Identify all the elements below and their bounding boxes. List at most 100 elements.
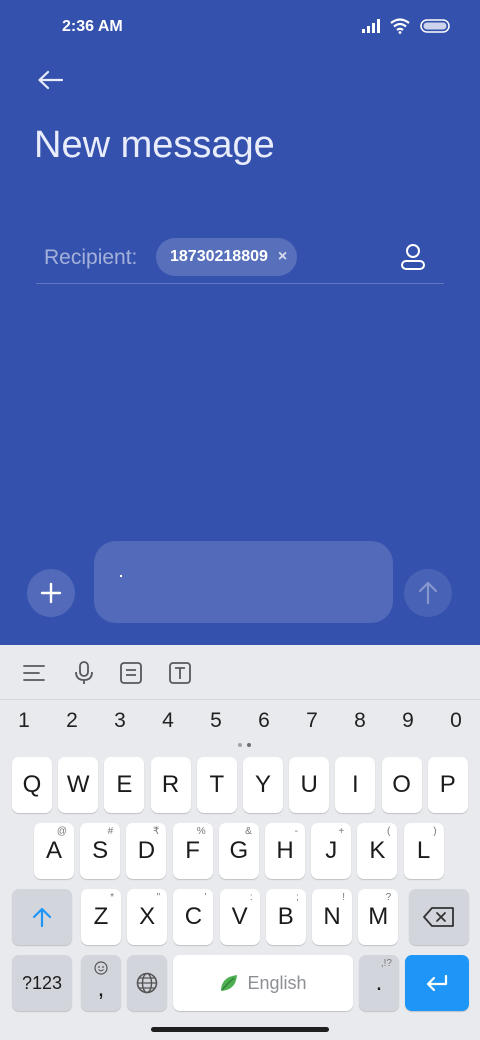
key-label: T	[209, 771, 225, 798]
key-label: P	[439, 771, 456, 798]
number-key[interactable]: 4	[152, 709, 184, 733]
send-button[interactable]	[404, 569, 452, 617]
key-hint: "	[156, 892, 161, 903]
key-h[interactable]: -H	[265, 823, 305, 879]
key-w[interactable]: W	[58, 757, 99, 813]
key-label: B	[277, 903, 294, 930]
key-u[interactable]: U	[289, 757, 330, 813]
number-key[interactable]: 7	[296, 709, 328, 733]
key-v[interactable]: :V	[219, 889, 260, 945]
number-key[interactable]: 0	[440, 709, 472, 733]
key-hint: #	[107, 826, 114, 837]
key-label: G	[229, 837, 249, 864]
home-indicator[interactable]	[151, 1027, 329, 1032]
number-key[interactable]: 5	[200, 709, 232, 733]
back-arrow-icon	[38, 70, 63, 90]
key-t[interactable]: T	[196, 757, 237, 813]
key-k[interactable]: (K	[357, 823, 398, 879]
number-key[interactable]: 2	[56, 709, 88, 733]
back-button[interactable]	[30, 62, 70, 98]
key-hint: +	[338, 826, 345, 837]
key-hint: '	[204, 892, 207, 903]
key-label: M	[368, 903, 389, 930]
remove-recipient-icon[interactable]: ×	[278, 248, 287, 266]
person-icon	[401, 244, 425, 270]
messaging-app: 2:36 AM New message Recipient: 187302188…	[0, 0, 480, 645]
recipient-field[interactable]: Recipient: 18730218809 ×	[36, 234, 444, 284]
arrow-up-icon	[418, 581, 438, 605]
key-m[interactable]: ? M	[358, 889, 399, 945]
key-p[interactable]: P	[427, 757, 468, 813]
key-label: A	[45, 837, 62, 864]
key-c[interactable]: ' C	[173, 889, 214, 945]
text-format-icon[interactable]	[166, 659, 194, 687]
key-label: L	[416, 837, 431, 864]
key-label: J	[325, 837, 338, 864]
symbols-key[interactable]: ?123	[12, 955, 72, 1011]
key-hint: ?	[385, 892, 392, 903]
key-hint: !	[342, 892, 345, 903]
key-g[interactable]: & G	[218, 823, 259, 879]
key-o[interactable]: O	[381, 757, 422, 813]
key-d[interactable]: ₹ D	[126, 823, 167, 879]
key-i[interactable]: I	[335, 757, 376, 813]
key-y[interactable]: Y	[243, 757, 283, 813]
key-label: Z	[93, 903, 109, 930]
microphone-icon[interactable]	[70, 659, 98, 687]
emoji-comma-key[interactable]: ,	[81, 955, 121, 1011]
recipient-chip[interactable]: 18730218809 ×	[156, 238, 298, 276]
key-label: R	[161, 771, 180, 798]
key-label: U	[300, 771, 318, 798]
enter-icon	[426, 974, 448, 992]
number-key[interactable]: 1	[8, 709, 40, 733]
status-icons	[362, 18, 450, 34]
keyboard-toolbar	[0, 645, 480, 700]
key-a[interactable]: @ A	[34, 823, 74, 879]
enter-key[interactable]	[405, 955, 469, 1011]
page-indicator	[238, 743, 251, 747]
contacts-button[interactable]	[396, 240, 430, 274]
space-key[interactable]: English	[173, 955, 353, 1011]
key-e[interactable]: E	[104, 757, 145, 813]
key-x[interactable]: " X	[127, 889, 168, 945]
key-j[interactable]: + J	[311, 823, 352, 879]
backspace-key[interactable]	[409, 889, 469, 945]
key-label: F	[185, 837, 200, 864]
key-label: N	[323, 903, 341, 930]
language-key[interactable]	[127, 955, 167, 1011]
key-f[interactable]: % F	[172, 823, 213, 879]
key-z[interactable]: * Z	[81, 889, 121, 945]
period-key[interactable]: ,!? .	[359, 955, 399, 1011]
shift-key[interactable]	[12, 889, 72, 945]
number-key[interactable]: 9	[392, 709, 424, 733]
battery-icon	[420, 19, 450, 33]
recipient-chip-label: 18730218809	[170, 248, 268, 265]
wifi-icon	[390, 18, 410, 34]
number-key[interactable]: 8	[344, 709, 376, 733]
key-hint: ₹	[153, 826, 160, 837]
key-n[interactable]: ! N	[312, 889, 352, 945]
leaf-icon	[221, 975, 238, 991]
key-q[interactable]: Q	[12, 757, 52, 813]
number-row: 1234567890	[0, 709, 480, 745]
compose-bar	[0, 540, 480, 630]
clipboard-icon[interactable]	[117, 659, 145, 687]
key-r[interactable]: R	[150, 757, 191, 813]
status-time: 2:36 AM	[62, 18, 123, 35]
menu-icon[interactable]	[20, 659, 48, 687]
backspace-icon	[423, 907, 454, 927]
key-l[interactable]: ) L	[403, 823, 444, 879]
attach-button[interactable]	[27, 569, 75, 617]
key-s[interactable]: # S	[80, 823, 121, 879]
key-b[interactable]: ; B	[265, 889, 306, 945]
key-label: H	[276, 837, 294, 864]
key-label: I	[352, 771, 359, 798]
key-hint: (	[387, 826, 391, 837]
number-key[interactable]: 3	[104, 709, 136, 733]
message-input[interactable]	[94, 541, 393, 623]
space-key-label: English	[247, 972, 307, 993]
number-key[interactable]: 6	[248, 709, 280, 733]
key-hint: *	[110, 892, 114, 903]
period-label: .	[375, 969, 383, 996]
key-hint: -	[294, 826, 298, 837]
